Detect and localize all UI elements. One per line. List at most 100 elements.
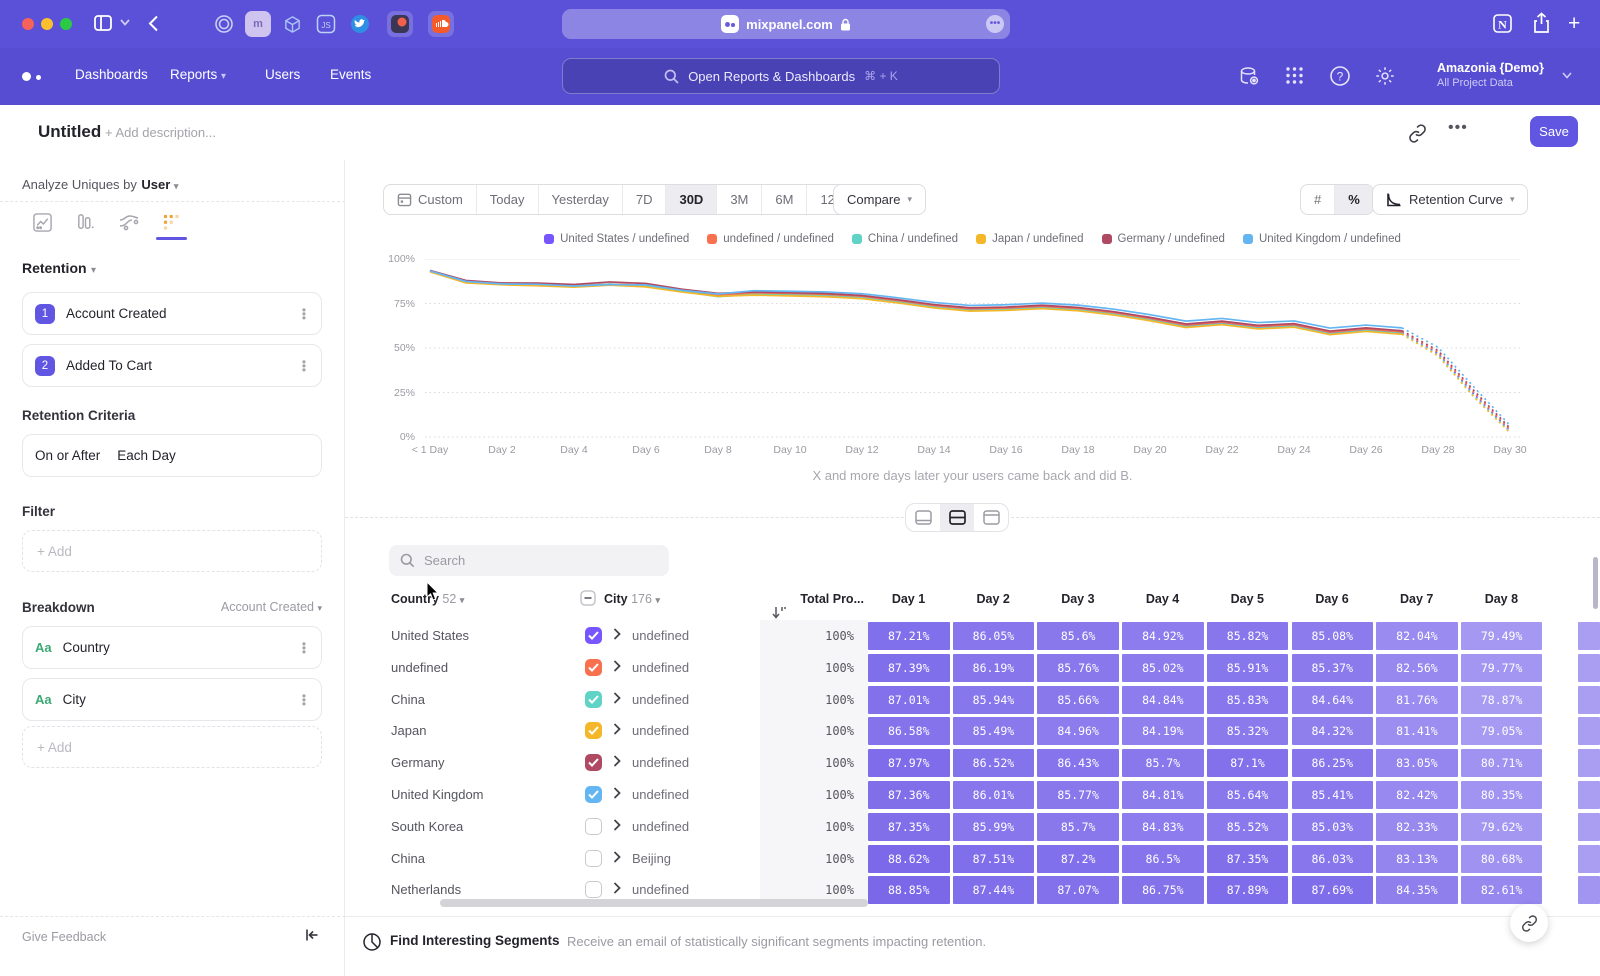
day-column-header[interactable]: Day 6 [1292,592,1373,606]
retention-value-cell[interactable]: 84.35% [1376,876,1458,904]
retention-value-cell[interactable]: 85.7% [1037,813,1119,841]
retention-value-cell[interactable]: 85.82% [1207,622,1289,650]
help-icon[interactable]: ? [1329,65,1351,87]
retention-value-cell[interactable]: 85.64% [1207,781,1289,809]
breakdown-card[interactable]: AaCity••• [22,678,322,721]
percent-toggle[interactable]: % [1335,185,1373,214]
retention-value-cell[interactable]: 79.05% [1461,717,1543,745]
share-link-button[interactable] [1510,904,1548,942]
settings-gear-icon[interactable] [1374,65,1396,87]
retention-value-cell[interactable]: 85.32% [1207,717,1289,745]
analyze-uniques-dropdown[interactable]: User ▾ [141,177,178,192]
apps-grid-icon[interactable] [1284,65,1305,86]
save-button[interactable]: Save [1530,116,1578,147]
row-checkbox[interactable] [585,881,602,898]
row-checkbox[interactable] [585,850,602,867]
retention-value-cell[interactable]: 87.21% [868,622,950,650]
horizontal-scrollbar[interactable] [440,899,868,907]
legend-item[interactable]: Japan / undefined [976,233,1083,245]
chart-only-view-toggle[interactable] [906,504,940,531]
extension-cube-icon[interactable] [279,11,305,37]
breakdown-property-label[interactable]: Country [63,640,288,655]
day-column-header[interactable]: Day 4 [1122,592,1203,606]
zoom-window-icon[interactable] [60,18,72,30]
retention-value-cell[interactable]: 84.32% [1292,717,1374,745]
breakdown-property-label[interactable]: City [63,692,288,707]
minimize-window-icon[interactable] [41,18,53,30]
retention-value-cell[interactable]: 87.2% [1037,845,1119,873]
retention-line-chart[interactable] [425,259,1520,437]
retention-value-cell[interactable]: 83.05% [1376,749,1458,777]
filter-add-button[interactable]: + Add [22,530,322,572]
retention-value-cell[interactable]: 82.42% [1376,781,1458,809]
retention-value-cell[interactable]: 81.76% [1376,686,1458,714]
retention-criteria-card[interactable]: On or After Each Day [22,434,322,477]
kebab-menu-icon[interactable]: ••• [299,694,309,706]
retention-value-cell[interactable]: 82.33% [1376,813,1458,841]
retention-value-cell[interactable]: 88.85% [868,876,950,904]
retention-value-cell[interactable]: 87.51% [953,845,1035,873]
step-event-label[interactable]: Added To Cart [66,358,288,373]
share-icon[interactable] [1532,12,1551,34]
retention-value-cell[interactable]: 80.68% [1461,845,1543,873]
range-7d[interactable]: 7D [623,185,667,214]
retention-value-cell[interactable]: 86.05% [953,622,1035,650]
copy-link-icon[interactable] [1408,124,1427,143]
retention-value-cell[interactable]: 85.99% [953,813,1035,841]
retention-value-cell[interactable]: 87.35% [1207,845,1289,873]
expand-row-icon[interactable] [613,851,621,863]
flows-icon[interactable] [118,212,140,234]
retention-value-cell[interactable]: 85.49% [953,717,1035,745]
nav-dashboards[interactable]: Dashboards [75,67,148,82]
retention-value-cell[interactable]: 85.02% [1122,654,1204,682]
retention-value-cell[interactable]: 78.87% [1461,686,1543,714]
expand-row-icon[interactable] [613,692,621,704]
day-column-header[interactable]: Day 3 [1037,592,1118,606]
retention-value-cell[interactable]: 82.04% [1376,622,1458,650]
split-view-toggle[interactable] [940,504,974,531]
extension-js-icon[interactable]: JS [313,11,339,37]
retention-value-cell[interactable]: 86.03% [1292,845,1374,873]
breakdown-add-button[interactable]: + Add [22,726,322,768]
legend-item[interactable]: Germany / undefined [1102,233,1225,245]
retention-value-cell[interactable]: 85.7% [1122,749,1204,777]
expand-row-icon[interactable] [613,787,621,799]
retention-value-cell[interactable]: 85.76% [1037,654,1119,682]
day-column-header[interactable]: Day 8 [1461,592,1542,606]
day-column-header[interactable]: Day 2 [953,592,1034,606]
extension-rings-icon[interactable] [211,11,237,37]
retention-value-cell[interactable]: 86.5% [1122,845,1204,873]
retention-value-cell[interactable]: 80.35% [1461,781,1543,809]
expand-row-icon[interactable] [613,628,621,640]
retention-value-cell[interactable]: 86.58% [868,717,950,745]
more-options-icon[interactable]: ••• [1448,119,1468,137]
retention-value-cell[interactable]: 79.77% [1461,654,1543,682]
table-only-view-toggle[interactable] [974,504,1008,531]
retention-value-cell[interactable]: 87.39% [868,654,950,682]
step-event-label[interactable]: Account Created [66,306,288,321]
range-30d[interactable]: 30D [666,185,717,214]
project-switcher[interactable]: Amazonia {Demo} All Project Data [1437,61,1544,89]
retention-value-cell[interactable]: 87.35% [868,813,950,841]
back-icon[interactable] [148,15,159,32]
url-options-icon[interactable]: ••• [986,15,1004,33]
row-checkbox[interactable] [585,722,602,739]
nav-reports[interactable]: Reports ▾ [170,67,226,82]
retention-value-cell[interactable]: 85.83% [1207,686,1289,714]
retention-value-cell[interactable]: 81.41% [1376,717,1458,745]
extension-bird-icon[interactable] [347,11,373,37]
day-column-header[interactable]: Day 5 [1207,592,1288,606]
day-column-header[interactable]: Day 7 [1376,592,1457,606]
retention-value-cell[interactable]: 84.64% [1292,686,1374,714]
legend-item[interactable]: United Kingdom / undefined [1243,233,1401,245]
kebab-menu-icon[interactable]: ••• [299,642,309,654]
url-bar[interactable]: mixpanel.com ••• [562,9,1010,39]
retention-value-cell[interactable]: 84.19% [1122,717,1204,745]
retention-value-cell[interactable]: 86.01% [953,781,1035,809]
chart-type-dropdown[interactable]: Retention Curve▾ [1372,184,1528,215]
range-today[interactable]: Today [477,185,539,214]
data-management-icon[interactable] [1238,65,1261,88]
retention-value-cell[interactable]: 86.19% [953,654,1035,682]
retention-value-cell[interactable]: 84.84% [1122,686,1204,714]
funnels-bars-icon[interactable] [75,212,97,234]
